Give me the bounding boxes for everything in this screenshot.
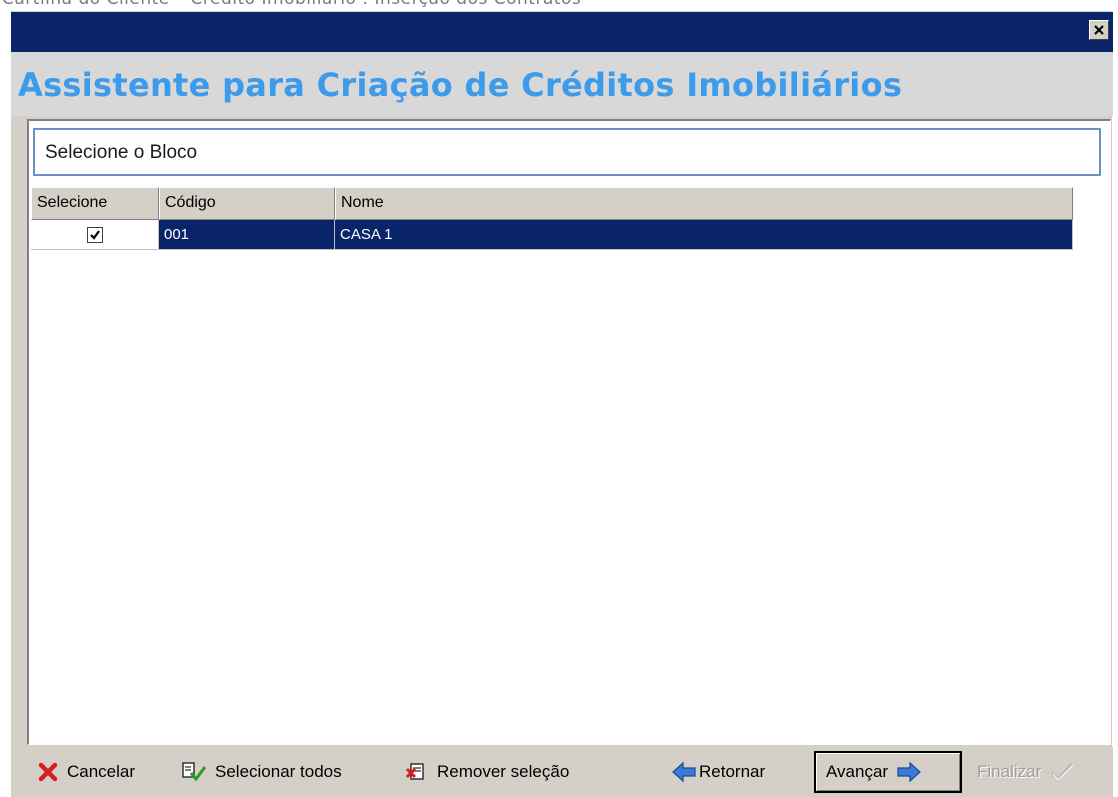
remove-selection-button[interactable]: Remover seleção [405,751,569,793]
wizard-content: Selecione o Bloco Selecione Código Nome … [27,119,1111,745]
close-button[interactable] [1089,20,1109,40]
select-all-button-label: Selecionar todos [215,762,342,781]
document-header-text: Cartilha do Cliente – Crédito Imobiliári… [2,0,581,9]
checkmark-icon [90,230,100,240]
table-row[interactable]: 001 CASA 1 [31,220,1073,250]
step-label: Selecione o Bloco [45,142,198,163]
finish-button-label: Finalizar [977,762,1042,781]
back-button[interactable]: Retornar [671,751,765,793]
finish-button[interactable]: Finalizar [977,751,1075,793]
next-button[interactable]: Avançar [814,751,962,793]
title-bar [11,12,1113,52]
wizard-window: Assistente para Criação de Créditos Imob… [10,10,1113,797]
row-checkbox[interactable] [87,227,103,243]
wizard-title: Assistente para Criação de Créditos Imob… [18,66,903,104]
remove-selection-icon [405,763,424,780]
close-icon [1094,25,1104,35]
select-cell [31,220,159,250]
codigo-cell: 001 [159,220,335,250]
red-x-icon [38,762,58,782]
blue-left-arrow-icon [672,761,696,783]
step-box: Selecione o Bloco [33,128,1101,176]
select-all-button[interactable]: Selecionar todos [181,751,342,793]
document-header: Cartilha do Cliente – Crédito Imobiliári… [0,0,1118,10]
column-header-selecione[interactable]: Selecione [31,187,159,220]
blue-right-arrow-icon [897,761,921,783]
cancel-button[interactable]: Cancelar [37,751,135,793]
nome-cell: CASA 1 [335,220,1073,250]
button-bar: Cancelar Selecionar todos Remover seleçã… [11,747,1113,797]
column-header-codigo[interactable]: Código [159,187,335,220]
back-button-label: Retornar [699,762,766,781]
cancel-button-label: Cancelar [67,762,136,781]
grid-header: Selecione Código Nome [31,187,1073,220]
bloco-grid: Selecione Código Nome 001 CASA 1 [31,187,1073,250]
remove-selection-button-label: Remover seleção [437,762,570,781]
wizard-header: Assistente para Criação de Créditos Imob… [11,52,1113,116]
check-icon [1051,762,1074,782]
select-all-check-icon [182,762,207,782]
column-header-nome[interactable]: Nome [335,187,1073,220]
next-button-label: Avançar [826,762,889,781]
